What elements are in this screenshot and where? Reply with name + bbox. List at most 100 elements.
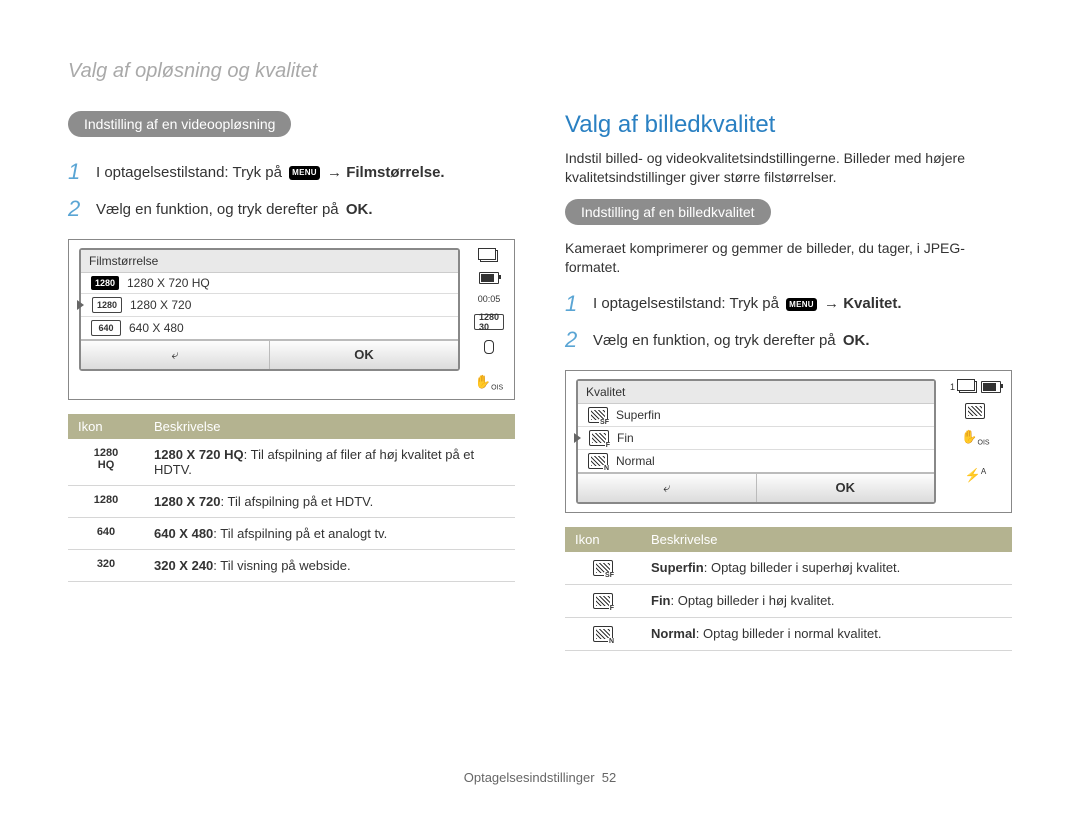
right-intro: Indstil billed- og videokvalitetsindstil… — [565, 149, 1012, 187]
step-1-right: 1 I optagelsestilstand: Tryk på MENU → K… — [565, 289, 1012, 320]
table-row: FFin: Optag billeder i høj kvalitet. — [565, 585, 1012, 618]
th-desc: Beskrivelse — [144, 414, 515, 439]
mic-icon — [484, 340, 494, 354]
step-2-right: 2 Vælg en funktion, og tryk derefter på … — [565, 325, 1012, 356]
rec-time: 00:05 — [478, 294, 501, 304]
cam-row[interactable]: N Normal — [578, 449, 934, 472]
cam-row[interactable]: F Fin — [578, 426, 934, 449]
fps-icon: 128030 — [474, 314, 504, 330]
step1-text-pre: I optagelsestilstand: Tryk på — [96, 164, 286, 181]
camera-screenshot-left: Filmstørrelse 1280 1280 X 720 HQ 1280 12… — [68, 239, 515, 401]
ok-button[interactable]: OK — [270, 341, 458, 369]
table-row: 12801280 X 720: Til afspilning på et HDT… — [68, 486, 515, 518]
step2-text-pre: Vælg en funktion, og tryk derefter på — [96, 201, 343, 218]
res-icon: 1280 — [91, 276, 119, 290]
battery-icon — [479, 272, 499, 284]
cam-row[interactable]: 640 640 X 480 — [81, 316, 458, 339]
left-table: Ikon Beskrivelse 1280HQ1280 X 720 HQ: Ti… — [68, 414, 515, 582]
right-column: Valg af billedkvalitet Indstil billed- o… — [565, 111, 1012, 651]
step1-text-post: → Kvalitet. — [824, 295, 902, 312]
step1-text-post: → Filmstørrelse. — [327, 164, 445, 181]
cam-title: Kvalitet — [578, 381, 934, 404]
pointer-icon — [574, 433, 581, 443]
cam-row-label: Superfin — [616, 408, 661, 422]
cam-row-label: Normal — [616, 454, 655, 468]
cam-title: Filmstørrelse — [81, 250, 458, 273]
row-icon: 640 — [68, 518, 144, 550]
group-icon — [480, 250, 498, 262]
table-row: SFSuperfin: Optag billeder i superhøj kv… — [565, 552, 1012, 585]
ok-text: OK. — [843, 332, 870, 349]
page-footer: Optagelsesindstillinger 52 — [0, 770, 1080, 785]
camera-screenshot-right: Kvalitet SF Superfin F Fin N — [565, 370, 1012, 513]
step-number: 2 — [68, 194, 86, 225]
footer-page: 52 — [602, 770, 616, 785]
page-subtitle: Valg af opløsning og kvalitet — [68, 60, 1012, 83]
back-button[interactable]: ⤶ — [578, 474, 757, 502]
ois-icon: ✋OIS — [961, 429, 989, 447]
row-icon: 1280 — [68, 486, 144, 518]
step2-text-pre: Vælg en funktion, og tryk derefter på — [593, 332, 840, 349]
row-icon: SF — [565, 552, 641, 585]
cam-row-label: Fin — [617, 431, 634, 445]
row-desc: Superfin: Optag billeder i superhøj kval… — [641, 552, 1012, 585]
right-table: Ikon Beskrivelse SFSuperfin: Optag bille… — [565, 527, 1012, 651]
step-number: 2 — [565, 325, 583, 356]
cam-row-label: 640 X 480 — [129, 321, 184, 335]
cam-option-list: SF Superfin F Fin N Normal — [578, 404, 934, 472]
res-icon: 1280 — [92, 297, 122, 313]
quality-status-icon — [965, 403, 985, 419]
step-number: 1 — [68, 157, 86, 188]
step-2-left: 2 Vælg en funktion, og tryk derefter på … — [68, 194, 515, 225]
res-icon: 640 — [91, 320, 121, 336]
back-button[interactable]: ⤶ — [81, 341, 270, 369]
footer-label: Optagelsesindstillinger — [464, 770, 595, 785]
step-1-left: 1 I optagelsestilstand: Tryk på MENU → F… — [68, 157, 515, 188]
row-desc: 640 X 480: Til afspilning på et analogt … — [144, 518, 515, 550]
quality-icon: F — [589, 430, 609, 446]
th-icon: Ikon — [565, 527, 641, 552]
row-desc: Fin: Optag billeder i høj kvalitet. — [641, 585, 1012, 618]
battery-icon — [981, 381, 1001, 393]
th-icon: Ikon — [68, 414, 144, 439]
flash-icon: ⚡A — [965, 467, 987, 483]
quality-icon: N — [588, 453, 608, 469]
row-icon: 1280HQ — [68, 439, 144, 486]
cam-row-label: 1280 X 720 — [130, 298, 191, 312]
ok-button[interactable]: OK — [757, 474, 935, 502]
table-row: 640640 X 480: Til afspilning på et analo… — [68, 518, 515, 550]
right-heading: Valg af billedkvalitet — [565, 111, 1012, 139]
left-column: Indstilling af en videoopløsning 1 I opt… — [68, 111, 515, 651]
row-icon: 320 — [68, 550, 144, 582]
menu-icon: MENU — [786, 298, 817, 311]
table-row: 320320 X 240: Til visning på webside. — [68, 550, 515, 582]
row-desc: 320 X 240: Til visning på webside. — [144, 550, 515, 582]
row-desc: 1280 X 720 HQ: Til afspilning af filer a… — [144, 439, 515, 486]
right-para: Kameraet komprimerer og gemmer de billed… — [565, 239, 1012, 277]
row-icon: F — [565, 585, 641, 618]
left-section-pill: Indstilling af en videoopløsning — [68, 111, 291, 137]
group-icon — [959, 381, 977, 393]
cam-option-list: 1280 1280 X 720 HQ 1280 1280 X 720 640 6… — [81, 273, 458, 339]
right-section-pill: Indstilling af en billedkvalitet — [565, 199, 771, 225]
ok-text: OK. — [346, 201, 373, 218]
cam-row[interactable]: 1280 1280 X 720 — [81, 293, 458, 316]
th-desc: Beskrivelse — [641, 527, 1012, 552]
step1-text-pre: I optagelsestilstand: Tryk på — [593, 295, 783, 312]
ois-icon: ✋OIS — [475, 374, 503, 392]
menu-icon: MENU — [289, 166, 320, 179]
pointer-icon — [77, 300, 84, 310]
row-desc: 1280 X 720: Til afspilning på et HDTV. — [144, 486, 515, 518]
count: 1 — [950, 382, 955, 392]
row-icon: N — [565, 618, 641, 651]
quality-icon: SF — [588, 407, 608, 423]
table-row: NNormal: Optag billeder i normal kvalite… — [565, 618, 1012, 651]
table-row: 1280HQ1280 X 720 HQ: Til afspilning af f… — [68, 439, 515, 486]
row-desc: Normal: Optag billeder i normal kvalitet… — [641, 618, 1012, 651]
cam-row[interactable]: 1280 1280 X 720 HQ — [81, 273, 458, 293]
cam-row[interactable]: SF Superfin — [578, 404, 934, 426]
cam-side-icons: 00:05 128030 ✋OIS — [474, 248, 504, 392]
cam-row-label: 1280 X 720 HQ — [127, 276, 210, 290]
cam-side-icons: 1 ✋OIS ⚡A — [950, 379, 1001, 483]
step-number: 1 — [565, 289, 583, 320]
